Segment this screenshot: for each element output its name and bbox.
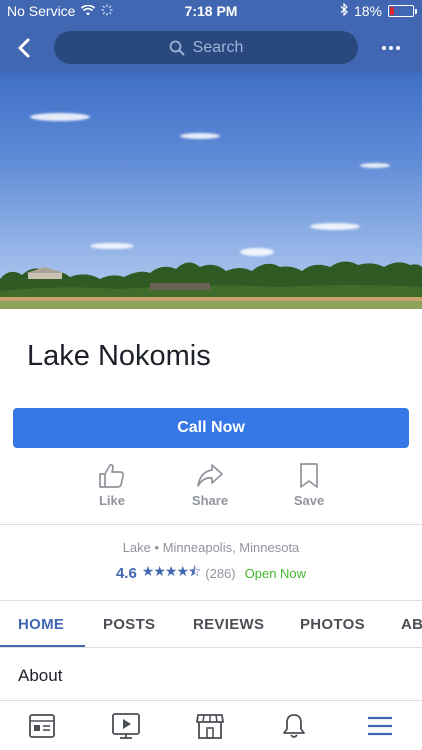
nav-menu[interactable] [365, 711, 395, 741]
search-icon [169, 40, 185, 55]
status-bar: No Service 7:18 PM 18% [0, 0, 422, 24]
save-label: Save [293, 493, 325, 508]
status-right: 18% [340, 2, 417, 19]
nav-video[interactable] [111, 711, 141, 741]
bottom-nav [0, 700, 422, 750]
nav-notifications[interactable] [279, 711, 309, 741]
page-title: Lake Nokomis [27, 340, 211, 372]
section-title-about[interactable]: About [18, 666, 62, 686]
page-actions: Like Share Save [0, 462, 422, 514]
treeline-image [0, 261, 422, 309]
thumbs-up-icon [99, 463, 125, 488]
save-button[interactable]: Save [269, 462, 349, 508]
more-dots-icon [382, 46, 386, 50]
share-arrow-icon [197, 464, 223, 487]
menu-icon [368, 716, 392, 736]
back-button[interactable] [12, 34, 36, 62]
nav-bar: Search [0, 28, 422, 68]
status-left: No Service [7, 3, 113, 19]
tab-about[interactable]: AB [401, 616, 422, 633]
marketplace-icon [196, 714, 224, 739]
category-location-line: Lake • Minneapolis, Minnesota [0, 540, 422, 555]
share-button[interactable]: Share [170, 462, 250, 508]
loading-spinner-icon [101, 3, 113, 19]
tab-home[interactable]: HOME [18, 616, 64, 633]
cloud [310, 223, 360, 230]
divider [0, 524, 422, 525]
tab-photos[interactable]: PHOTOS [300, 616, 365, 633]
search-placeholder: Search [192, 38, 244, 56]
nav-news-feed[interactable] [27, 711, 57, 741]
bell-icon [283, 714, 305, 738]
share-label: Share [191, 493, 229, 508]
wifi-icon [81, 3, 96, 19]
cloud [30, 113, 90, 121]
page-location[interactable]: Minneapolis, Minnesota [163, 540, 300, 555]
bookmark-icon [300, 463, 318, 488]
battery-fill [390, 7, 394, 15]
review-count: (286) [205, 565, 236, 581]
like-button[interactable]: Like [72, 462, 152, 508]
separator-dot: • [154, 540, 163, 555]
rating-stars-icon: ★★★★⯪ [141, 563, 201, 579]
like-label: Like [98, 493, 125, 508]
cloud [180, 133, 220, 139]
battery-icon [388, 5, 417, 17]
news-feed-icon [29, 714, 55, 738]
tab-posts[interactable]: POSTS [103, 616, 155, 633]
nav-marketplace[interactable] [195, 711, 225, 741]
video-icon [112, 713, 140, 739]
tab-reviews[interactable]: REVIEWS [193, 616, 264, 633]
carrier-label: No Service [7, 3, 76, 19]
search-input[interactable]: Search [54, 31, 358, 64]
page-tabs: HOME POSTS REVIEWS PHOTOS AB [0, 600, 422, 648]
rating-value: 4.6 [115, 564, 137, 582]
rating-line[interactable]: 4.6 ★★★★⯪ (286) Open Now [0, 561, 422, 585]
bluetooth-icon [340, 2, 348, 19]
active-tab-indicator [0, 645, 85, 647]
page-category[interactable]: Lake [123, 540, 151, 555]
app-header: No Service 7:18 PM 18% Search [0, 0, 422, 73]
open-status: Open Now [244, 565, 307, 581]
cover-photo[interactable] [0, 73, 422, 309]
chevron-left-icon [18, 38, 30, 58]
battery-percent: 18% [353, 3, 382, 19]
more-options-button[interactable] [378, 35, 404, 61]
cloud [360, 163, 390, 168]
call-now-button[interactable]: Call Now [13, 408, 409, 448]
